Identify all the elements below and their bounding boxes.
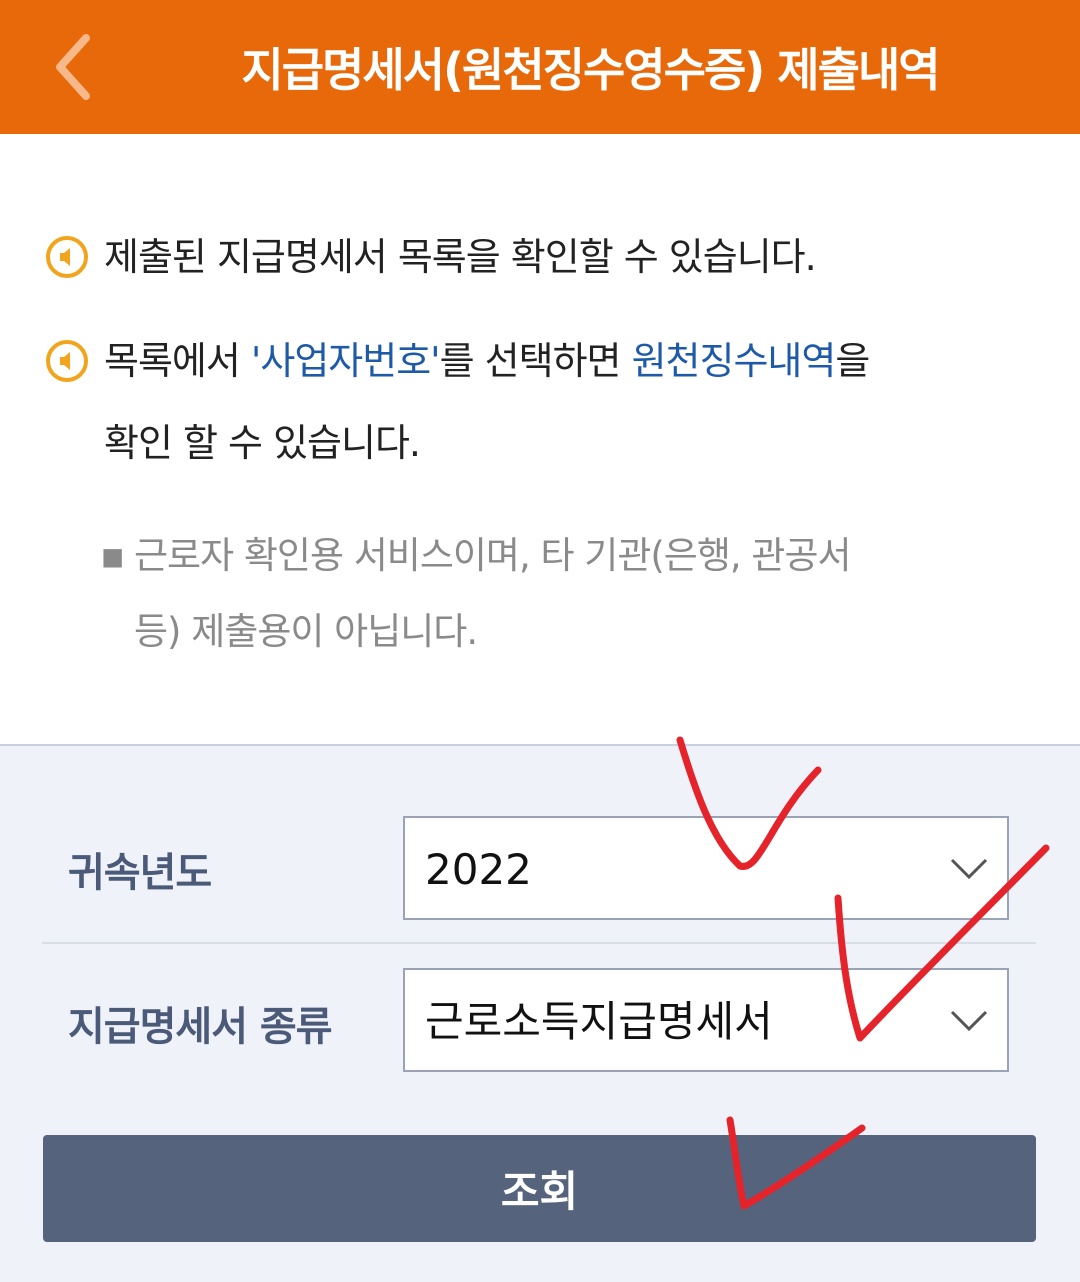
app-header: 지급명세서(원천징수영수증) 제출내역	[0, 0, 1080, 134]
chevron-down-icon	[950, 1010, 988, 1032]
statement-type-value: 근로소득지급명세서	[425, 997, 773, 1046]
statement-type-select[interactable]: 근로소득지급명세서	[403, 968, 1009, 1072]
statement-type-label: 지급명세서 종류	[68, 1004, 333, 1050]
business-number-link-text: '사업자번호'	[250, 339, 441, 383]
notice-text: 목록에서 '사업자번호'를 선택하면 원천징수내역을 확인 할 수 있습니다.	[104, 339, 870, 465]
speaker-icon	[46, 340, 88, 382]
back-button[interactable]	[40, 30, 110, 104]
search-button[interactable]: 조회	[43, 1135, 1036, 1242]
notice-text: 제출된 지급명세서 목록을 확인할 수 있습니다.	[104, 235, 817, 279]
year-select[interactable]: 2022	[403, 816, 1009, 920]
year-label: 귀속년도	[68, 850, 212, 896]
year-select-value: 2022	[425, 845, 532, 894]
divider	[42, 942, 1036, 944]
info-section: 제출된 지급명세서 목록을 확인할 수 있습니다. 목록에서 '사업자번호'를 …	[0, 134, 1080, 746]
chevron-left-icon	[56, 34, 90, 100]
page-title: 지급명세서(원천징수영수증) 제출내역	[241, 43, 940, 97]
speaker-icon	[46, 236, 88, 278]
bullet-icon: ▪	[100, 534, 125, 577]
search-form: 귀속년도 2022 지급명세서 종류 근로소득지급명세서 조회	[0, 744, 1080, 1282]
note-text: 근로자 확인용 서비스이며, 타 기관(은행, 관공서 등) 제출용이 아닙니다.	[134, 534, 852, 653]
chevron-down-icon	[950, 858, 988, 880]
withholding-details-link-text: 원천징수내역	[631, 339, 837, 383]
